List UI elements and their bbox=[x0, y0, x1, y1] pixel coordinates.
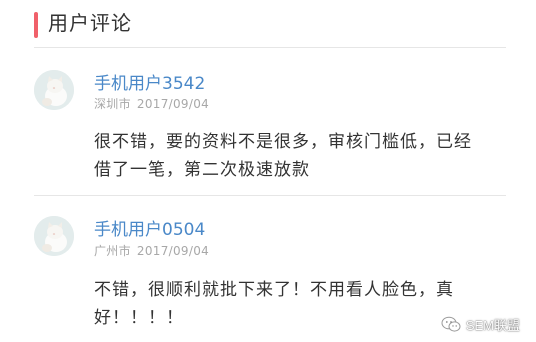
comment-date: 2017/09/04 bbox=[136, 244, 210, 258]
comment-meta: 广州市 2017/09/04 bbox=[94, 243, 209, 259]
wechat-icon bbox=[441, 316, 461, 332]
comment-meta: 深圳市 2017/09/04 bbox=[94, 96, 209, 112]
watermark-text: SEM联盟 bbox=[465, 318, 520, 333]
avatar[interactable] bbox=[34, 70, 74, 110]
watermark: SEM联盟 bbox=[441, 315, 520, 334]
divider bbox=[34, 195, 506, 196]
comment-text: 很不错，要的资料不是很多，审核门槛低，已经借了一笔，第二次极速放款 bbox=[94, 132, 472, 180]
comment-text: 不错，很顺利就批下来了！不用看人脸色，真好！！！！ bbox=[94, 280, 454, 328]
comment-city: 广州市 bbox=[94, 244, 131, 258]
comment-username[interactable]: 手机用户3542 bbox=[94, 73, 205, 95]
avatar-cat-icon bbox=[34, 70, 74, 110]
comment-date: 2017/09/04 bbox=[136, 97, 210, 111]
comments-page: 用户评论 手机用户3542 深圳市 2017/09/04 很不错，要的资料不是很多… bbox=[0, 0, 536, 342]
divider bbox=[34, 47, 506, 48]
comment-city: 深圳市 bbox=[94, 97, 131, 111]
section-title: 用户评论 bbox=[48, 11, 132, 35]
avatar[interactable] bbox=[34, 216, 74, 256]
section-accent-bar bbox=[34, 12, 38, 38]
comment-username[interactable]: 手机用户0504 bbox=[94, 219, 205, 241]
section-header: 用户评论 bbox=[0, 0, 536, 46]
avatar-cat-icon bbox=[34, 216, 74, 256]
